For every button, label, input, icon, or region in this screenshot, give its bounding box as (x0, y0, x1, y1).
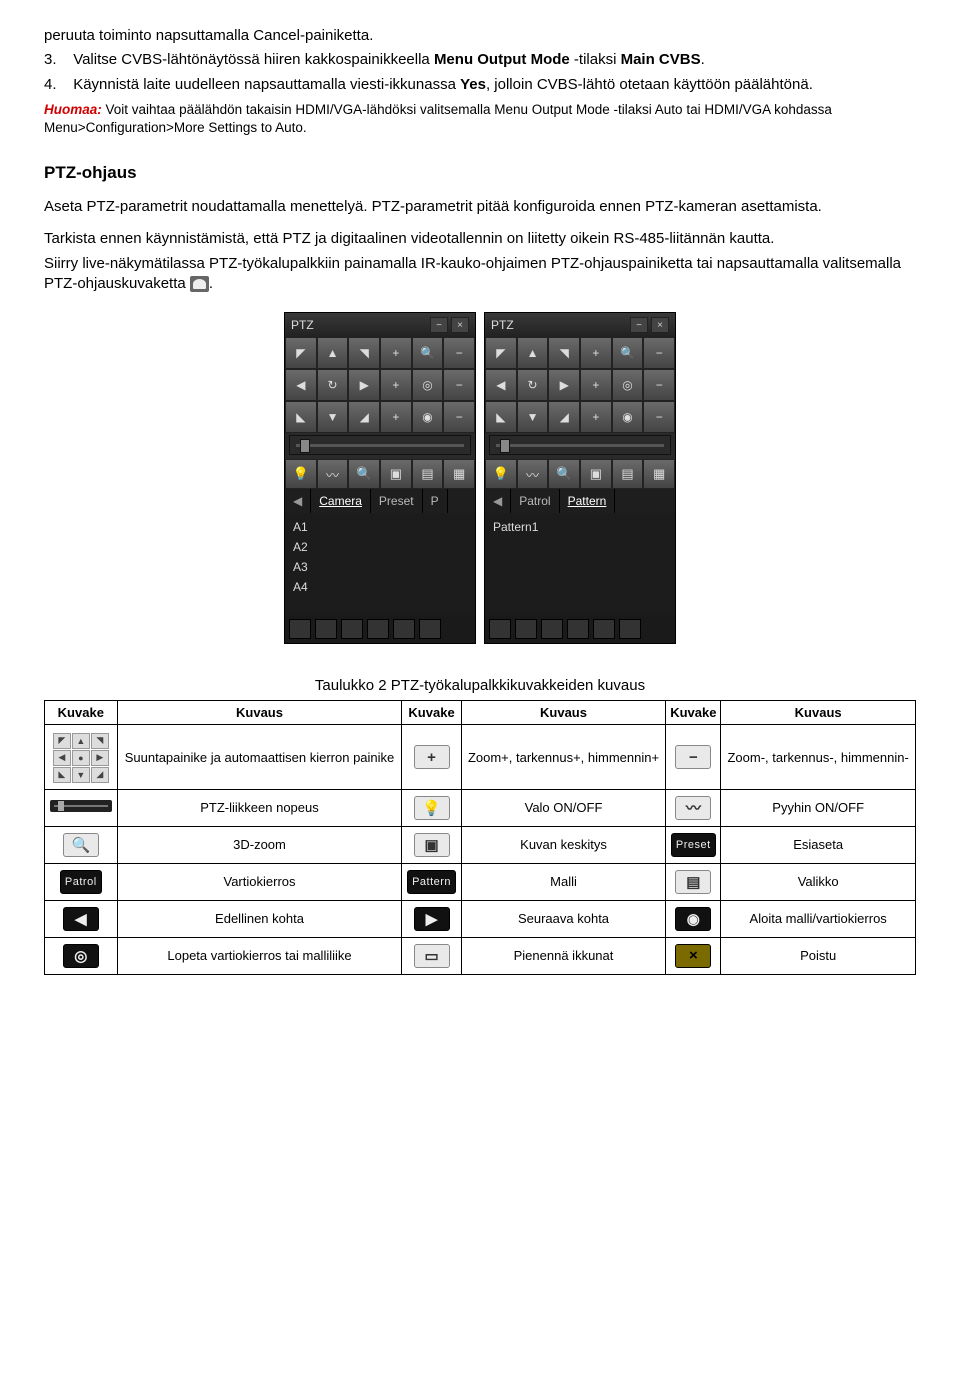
ptz-panel-screenshot: PTZ − × ◤▲◥+🔍− ◀↻▶+◎− ◣▼◢+◉− 💡〰🔍▣▤▦ ◀Cam… (44, 312, 916, 644)
table-caption: Taulukko 2 PTZ-työkalupalkkikuvakkeiden … (44, 676, 916, 696)
next-icon: ▶ (414, 907, 450, 931)
tab-p[interactable]: P (423, 489, 448, 513)
note: Huomaa: Voit vaihtaa päälähdön takaisin … (44, 101, 916, 137)
panel-footer (285, 615, 475, 643)
menu2-icon[interactable]: ▦ (443, 459, 475, 489)
center-icon[interactable]: ▣ (380, 459, 412, 489)
dir-down[interactable]: ▼ (317, 401, 349, 433)
focus-plus[interactable]: + (380, 369, 412, 401)
tab-scroll-left[interactable]: ◀ (485, 489, 511, 513)
light-icon: 💡 (414, 796, 450, 820)
minimize-windows-icon: ▭ (414, 944, 450, 968)
plus-icon: + (414, 745, 450, 769)
body-text: 4. Käynnistä laite uudelleen napsauttama… (44, 75, 916, 95)
light-icon[interactable]: 💡 (285, 459, 317, 489)
tab-patrol[interactable]: Patrol (511, 489, 559, 513)
dir-left[interactable]: ◀ (285, 369, 317, 401)
close-icon[interactable]: × (651, 317, 669, 333)
close-icon[interactable]: × (451, 317, 469, 333)
exit-icon: × (675, 944, 711, 968)
tab-scroll-left[interactable]: ◀ (285, 489, 311, 513)
start-icon: ◉ (675, 907, 711, 931)
dir-up-right[interactable]: ◥ (348, 337, 380, 369)
body-text: Aseta PTZ-parametrit noudattamalla menet… (44, 197, 916, 217)
zoom-icon: 🔍 (412, 337, 444, 369)
dir-right[interactable]: ▶ (348, 369, 380, 401)
menu-icon[interactable]: ▤ (412, 459, 444, 489)
panel-titlebar: PTZ − × (285, 313, 475, 337)
wiper-icon[interactable]: 〰 (317, 459, 349, 489)
zoom3d-icon[interactable]: 🔍 (348, 459, 380, 489)
camera-list[interactable]: A1A2A3A4 (285, 513, 475, 615)
center-icon: ▣ (414, 833, 450, 857)
icon-description-table: KuvakeKuvaus KuvakeKuvaus KuvakeKuvaus ◤… (44, 700, 916, 975)
zoom-minus[interactable]: − (443, 337, 475, 369)
iris-icon: ◉ (412, 401, 444, 433)
speed-slider-icon (50, 800, 112, 812)
dir-up-left[interactable]: ◤ (285, 337, 317, 369)
direction-pad-icon: ◤▲◥◀●▶◣▼◢ (45, 725, 118, 790)
body-text: Tarkista ennen käynnistämistä, että PTZ … (44, 229, 916, 249)
minus-icon: − (675, 745, 711, 769)
dir-down-right[interactable]: ◢ (348, 401, 380, 433)
minimize-icon[interactable]: − (430, 317, 448, 333)
patrol-label-icon: Patrol (60, 870, 102, 894)
focus-minus[interactable]: − (443, 369, 475, 401)
dir-up[interactable]: ▲ (317, 337, 349, 369)
body-text: peruuta toiminto napsuttamalla Cancel-pa… (44, 26, 916, 46)
prev-icon: ◀ (63, 907, 99, 931)
menu-list-icon: ▤ (675, 870, 711, 894)
iris-minus[interactable]: − (443, 401, 475, 433)
ptz-camera-icon (190, 276, 209, 292)
stop-icon: ◎ (63, 944, 99, 968)
focus-icon: ◎ (412, 369, 444, 401)
preset-label-icon: Preset (671, 833, 716, 857)
speed-slider[interactable] (289, 435, 471, 455)
body-text: 3. Valitse CVBS-lähtönäytössä hiiren kak… (44, 50, 916, 70)
panel-titlebar: PTZ − × (485, 313, 675, 337)
body-text: Siirry live-näkymätilassa PTZ-työkalupal… (44, 254, 916, 295)
section-heading: PTZ-ohjaus (44, 163, 916, 183)
zoom-plus[interactable]: + (380, 337, 412, 369)
iris-plus[interactable]: + (380, 401, 412, 433)
speed-slider[interactable] (489, 435, 671, 455)
panel-footer (485, 615, 675, 643)
tab-preset[interactable]: Preset (371, 489, 423, 513)
zoom3d-icon: 🔍 (63, 833, 99, 857)
minimize-icon[interactable]: − (630, 317, 648, 333)
wiper-icon: 〰 (675, 796, 711, 820)
tab-pattern[interactable]: Pattern (560, 489, 616, 513)
pattern-label-icon: Pattern (407, 870, 456, 894)
auto-rotate[interactable]: ↻ (317, 369, 349, 401)
tab-camera[interactable]: Camera (311, 489, 371, 513)
dir-down-left[interactable]: ◣ (285, 401, 317, 433)
pattern-list[interactable]: Pattern1 (485, 513, 675, 615)
